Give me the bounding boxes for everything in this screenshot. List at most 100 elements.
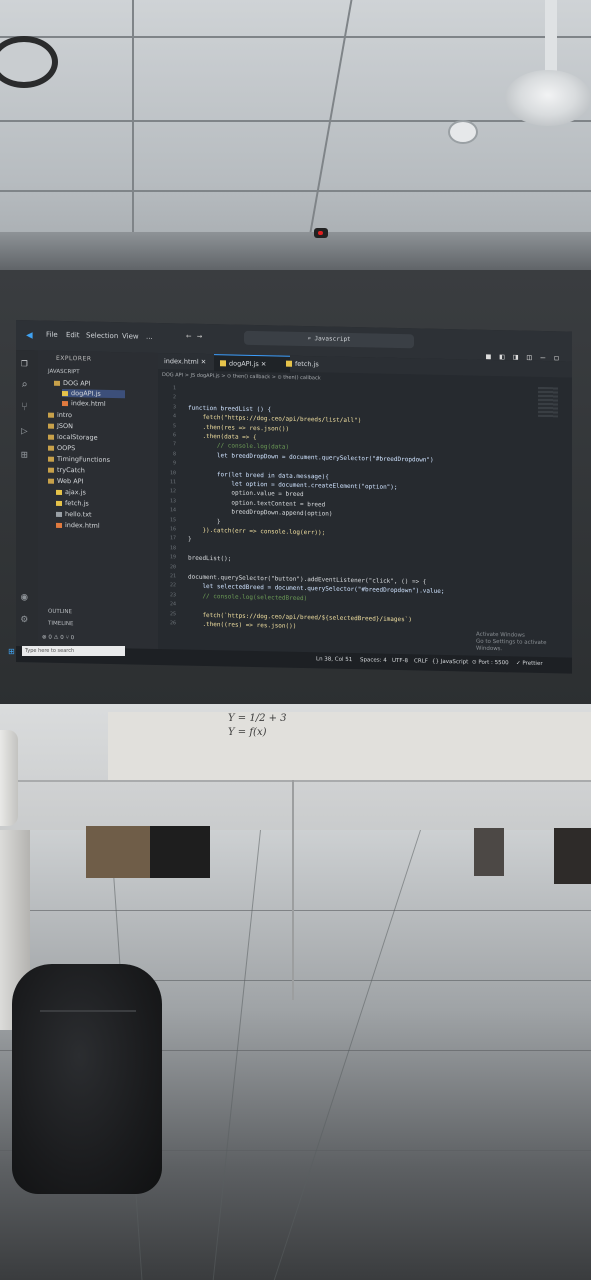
vscode-logo-icon: ◀ <box>26 328 33 342</box>
line-number: 10 <box>169 469 176 476</box>
tree-item-timingfunctions[interactable]: TimingFunctions <box>48 455 110 464</box>
search-icon: ⌕ <box>307 335 315 343</box>
taskbar-search-input[interactable]: Type here to search <box>22 646 125 656</box>
encoding[interactable]: UTF-8 <box>392 658 408 664</box>
tree-item-index-html[interactable]: index.html <box>62 399 106 408</box>
line-ending[interactable]: CRLF <box>414 658 428 664</box>
person-legs <box>554 828 591 884</box>
extensions-icon[interactable]: ⊞ <box>21 448 28 461</box>
tree-item-localstorage[interactable]: localStorage <box>48 433 98 442</box>
fan-rod <box>545 0 557 74</box>
source-control-icon[interactable]: ⑂ <box>21 400 28 413</box>
tree-item-oops[interactable]: OOPS <box>48 444 75 452</box>
wall-strip <box>0 232 591 272</box>
code-editor[interactable]: index.html ✕ dogAPI.js ✕ fetch.js DOG AP… <box>158 352 572 662</box>
problems-indicator[interactable]: ⊗ 0 ⚠ 0 ⑂ 0 <box>42 635 74 642</box>
tree-item-trycatch[interactable]: tryCatch <box>48 466 85 474</box>
menu-view[interactable]: View <box>122 332 139 340</box>
glass-partition-post <box>292 780 294 1000</box>
tree-item-hello-txt[interactable]: hello.txt <box>56 510 92 519</box>
indentation[interactable]: Spaces: 4 <box>360 657 387 664</box>
code-line[interactable]: // console.log(data) <box>188 442 289 452</box>
menu-file[interactable]: File <box>46 331 58 339</box>
floor-tile-line <box>0 910 591 911</box>
code-line[interactable]: breedList(); <box>188 555 231 563</box>
workspace-root[interactable]: JAVASCRIPT <box>48 369 80 376</box>
backpack-zipper <box>40 1010 136 1012</box>
tree-item-json[interactable]: JSON <box>48 422 73 430</box>
ceiling-fan <box>505 70 591 126</box>
timeline-panel[interactable]: TIMELINE <box>48 621 73 628</box>
code-line[interactable]: } <box>188 536 192 543</box>
account-icon[interactable]: ◉ <box>21 590 28 603</box>
line-number: 13 <box>169 498 176 505</box>
ceiling-grid-line <box>0 36 591 38</box>
command-center-label: Javascript <box>314 335 351 344</box>
code-line[interactable]: option.value = breed <box>188 489 303 499</box>
line-number: 12 <box>169 488 176 495</box>
cursor-position[interactable]: Ln 38, Col 51 <box>316 656 352 663</box>
person-arm <box>0 730 18 826</box>
close-icon[interactable]: ✕ <box>261 360 266 368</box>
minimap[interactable] <box>538 386 558 418</box>
windows-start-icon[interactable]: ⊞ <box>8 647 15 656</box>
breadcrumb[interactable]: DOG API > JS dogAPI.js > ⊙ then() callba… <box>162 372 321 381</box>
tab-dogapi-js[interactable]: dogAPI.js ✕ <box>214 354 290 373</box>
line-number: 18 <box>169 545 176 552</box>
nav-arrows-icon[interactable]: ← → <box>186 332 202 342</box>
tree-item-ajax-js[interactable]: ajax.js <box>56 488 86 496</box>
search-icon[interactable]: ⌕ <box>21 378 28 391</box>
tree-item-web-api[interactable]: Web API <box>48 477 84 485</box>
tree-item-fetch-js[interactable]: fetch.js <box>56 499 89 508</box>
menu-more[interactable]: ... <box>146 333 153 341</box>
folder-icon <box>48 467 54 473</box>
settings-gear-icon[interactable]: ⚙ <box>21 612 28 625</box>
line-number: 25 <box>169 610 176 617</box>
live-server-port[interactable]: ⊙ Port : 5500 <box>472 660 509 667</box>
code-line[interactable]: .then((res) => res.json()) <box>188 621 296 630</box>
line-number: 2 <box>172 394 176 401</box>
outline-panel[interactable]: OUTLINE <box>48 609 72 616</box>
prettier-status[interactable]: ✓ Prettier <box>516 660 543 667</box>
tree-item-intro[interactable]: intro <box>48 411 72 419</box>
folder-icon <box>48 445 54 451</box>
windows-taskbar: ⊞ Type here to search <box>8 646 125 658</box>
ceiling <box>0 0 591 300</box>
floor-tile-line <box>273 830 421 1280</box>
folder-icon <box>48 434 54 440</box>
text-file-icon <box>56 511 62 517</box>
backpack <box>12 964 162 1194</box>
activate-windows-watermark: Activate Windows Go to Settings to activa… <box>476 631 547 653</box>
code-line[interactable]: for(let breed in data.message){ <box>188 470 329 480</box>
code-line[interactable]: .then(data => { <box>188 433 256 441</box>
tree-item-dogapi-js[interactable]: dogAPI.js <box>62 388 125 399</box>
floor-tile-line <box>212 830 261 1280</box>
code-line[interactable]: } <box>188 517 221 525</box>
explorer-icon[interactable]: ❐ <box>21 356 28 369</box>
menu-selection[interactable]: Selection <box>86 331 118 340</box>
explorer-header: EXPLORER <box>56 354 92 363</box>
run-debug-icon[interactable]: ▷ <box>21 424 28 437</box>
tab-fetch-js[interactable]: fetch.js <box>280 356 342 373</box>
code-line[interactable]: }).catch(err => console.log(err)); <box>188 527 325 537</box>
code-line[interactable]: .then(res => res.json()) <box>188 423 289 432</box>
folder-icon <box>48 423 54 429</box>
code-line[interactable]: let breedDropDown = document.querySelect… <box>188 451 434 464</box>
code-line[interactable]: breedDropDown.append(option) <box>188 508 332 518</box>
menu-edit[interactable]: Edit <box>66 331 80 339</box>
line-number: 23 <box>169 592 176 599</box>
smoke-detector <box>448 120 478 144</box>
language-mode[interactable]: {} JavaScript <box>432 659 468 666</box>
js-file-icon <box>56 500 62 506</box>
code-line[interactable]: function breedList () { <box>188 404 271 413</box>
code-line[interactable]: // console.log(selectedBreed) <box>188 592 307 602</box>
tree-item-index-html-2[interactable]: index.html <box>56 521 100 530</box>
code-area[interactable]: 1 2 3 function breedList () {4 fetch("https… <box>158 385 572 630</box>
line-number: 26 <box>169 620 176 627</box>
command-center[interactable]: ⌕ Javascript <box>244 330 414 349</box>
close-icon[interactable]: ✕ <box>201 358 206 366</box>
code-line[interactable]: option.textContent = breed <box>188 498 325 508</box>
tree-item-dog-api[interactable]: DOG API <box>54 379 91 388</box>
whiteboard-writing: Y = 1/2 + 3 Y = f(x) <box>228 713 287 738</box>
line-number: 5 <box>172 422 176 429</box>
